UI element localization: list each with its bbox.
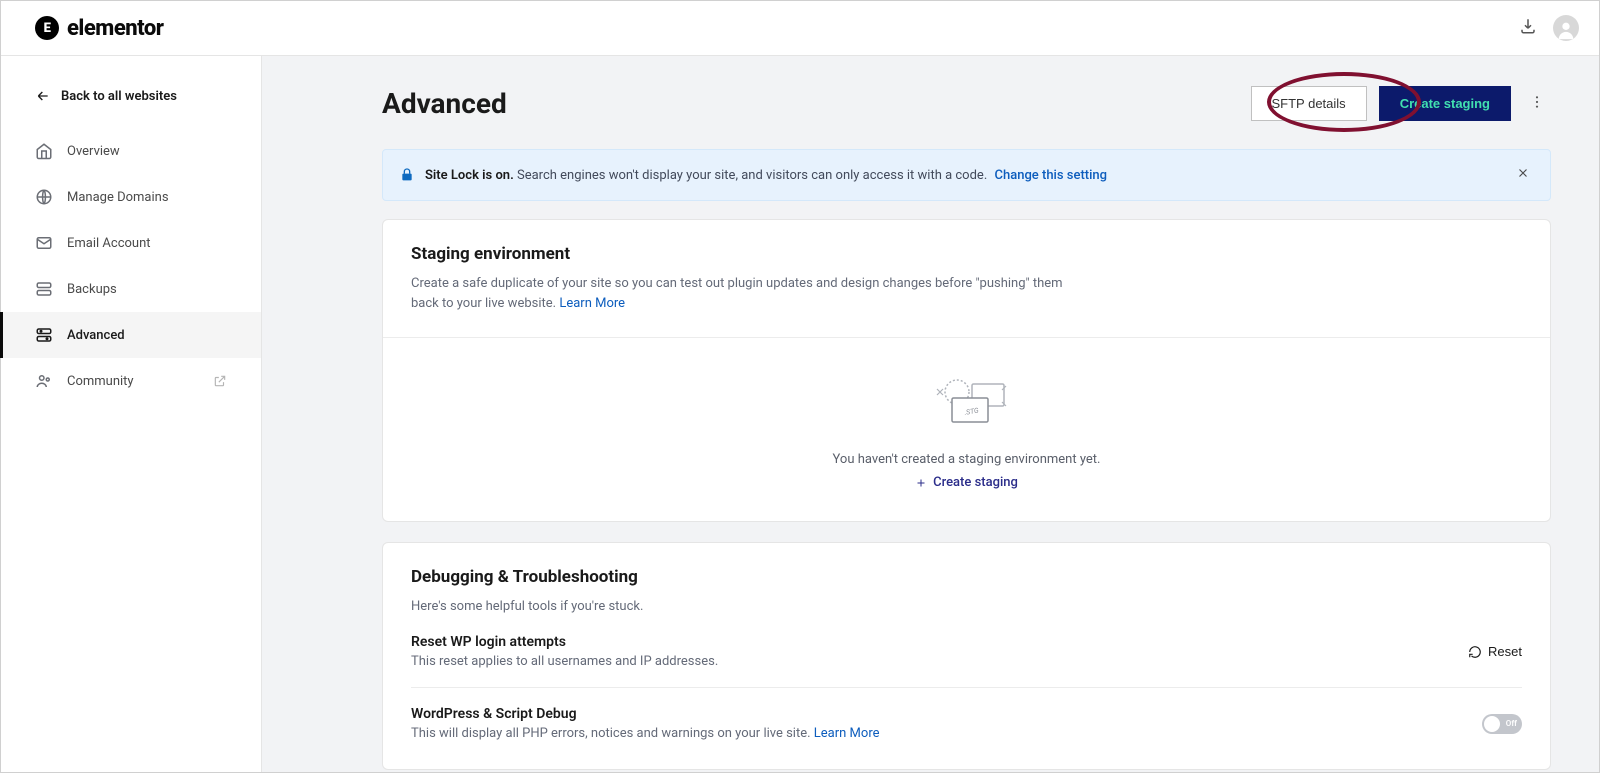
banner-link[interactable]: Change this setting bbox=[994, 168, 1107, 183]
toggle-state-label: Off bbox=[1506, 719, 1517, 728]
external-link-icon bbox=[213, 374, 227, 388]
reset-wp-desc: This reset applies to all usernames and … bbox=[411, 654, 718, 669]
back-link[interactable]: Back to all websites bbox=[1, 78, 261, 128]
sidebar-item-label: Advanced bbox=[67, 328, 125, 343]
reset-button[interactable]: Reset bbox=[1468, 644, 1522, 659]
sidebar-item-backups[interactable]: Backups bbox=[1, 266, 261, 312]
staging-illustration: .STG bbox=[922, 378, 1012, 428]
more-actions-button[interactable] bbox=[1523, 88, 1551, 119]
wpdebug-learn-more-link[interactable]: Learn More bbox=[814, 726, 880, 741]
community-icon bbox=[35, 372, 53, 390]
toggle-knob bbox=[1484, 716, 1500, 732]
page-title: Advanced bbox=[382, 87, 507, 120]
home-icon bbox=[35, 142, 53, 160]
debug-card: Debugging & Troubleshooting Here's some … bbox=[382, 542, 1551, 771]
reset-button-label: Reset bbox=[1488, 644, 1522, 659]
download-icon[interactable] bbox=[1519, 17, 1537, 39]
close-icon bbox=[1516, 166, 1530, 180]
sidebar: Back to all websites Overview Manage Dom… bbox=[1, 56, 262, 772]
wpdebug-desc: This will display all PHP errors, notice… bbox=[411, 726, 811, 741]
create-staging-inline-button[interactable]: Create staging bbox=[915, 475, 1018, 490]
arrow-left-icon bbox=[35, 88, 51, 104]
page-header: Advanced SFTP details Create staging bbox=[382, 86, 1551, 121]
create-staging-inline-label: Create staging bbox=[933, 475, 1018, 490]
sidebar-item-email[interactable]: Email Account bbox=[1, 220, 261, 266]
refresh-icon bbox=[1468, 645, 1482, 659]
sidebar-item-label: Manage Domains bbox=[67, 190, 169, 205]
sidebar-item-label: Email Account bbox=[67, 236, 151, 251]
sidebar-item-advanced[interactable]: Advanced bbox=[1, 312, 261, 358]
banner-body: Search engines won't display your site, … bbox=[517, 168, 987, 183]
mail-icon bbox=[35, 234, 53, 252]
sftp-details-button[interactable]: SFTP details bbox=[1251, 86, 1367, 121]
sidebar-item-overview[interactable]: Overview bbox=[1, 128, 261, 174]
lock-icon bbox=[399, 167, 415, 183]
site-lock-banner: Site Lock is on. Search engines won't di… bbox=[382, 149, 1551, 201]
staging-card: Staging environment Create a safe duplic… bbox=[382, 219, 1551, 522]
main-content: Advanced SFTP details Create staging Sit… bbox=[262, 56, 1599, 772]
sidebar-item-label: Overview bbox=[67, 144, 120, 159]
staging-empty-text: You haven't created a staging environmen… bbox=[411, 452, 1522, 467]
elementor-icon: E bbox=[35, 16, 59, 40]
more-vertical-icon bbox=[1529, 94, 1545, 110]
sidebar-item-label: Community bbox=[67, 374, 134, 389]
advanced-icon bbox=[35, 326, 53, 344]
plus-icon bbox=[915, 477, 927, 489]
brand-text: elementor bbox=[67, 16, 163, 41]
debug-title: Debugging & Troubleshooting bbox=[411, 567, 1522, 587]
sidebar-item-label: Backups bbox=[67, 282, 117, 297]
wpdebug-toggle[interactable]: Off bbox=[1482, 714, 1522, 734]
banner-prefix: Site Lock is on. bbox=[425, 168, 514, 183]
reset-wp-title: Reset WP login attempts bbox=[411, 634, 718, 650]
wpdebug-title: WordPress & Script Debug bbox=[411, 706, 880, 722]
staging-desc: Create a safe duplicate of your site so … bbox=[411, 276, 1063, 311]
create-staging-button[interactable]: Create staging bbox=[1379, 86, 1511, 121]
debug-sub: Here's some helpful tools if you're stuc… bbox=[411, 597, 1091, 617]
brand-logo[interactable]: E elementor bbox=[35, 16, 163, 41]
back-link-label: Back to all websites bbox=[61, 89, 177, 104]
banner-close-button[interactable] bbox=[1512, 162, 1534, 188]
globe-icon bbox=[35, 188, 53, 206]
staging-title: Staging environment bbox=[411, 244, 1522, 264]
staging-learn-more-link[interactable]: Learn More bbox=[559, 296, 625, 311]
topbar: E elementor bbox=[1, 1, 1599, 56]
backup-icon bbox=[35, 280, 53, 298]
sidebar-item-community[interactable]: Community bbox=[1, 358, 261, 404]
sidebar-item-domains[interactable]: Manage Domains bbox=[1, 174, 261, 220]
avatar[interactable] bbox=[1553, 15, 1579, 41]
